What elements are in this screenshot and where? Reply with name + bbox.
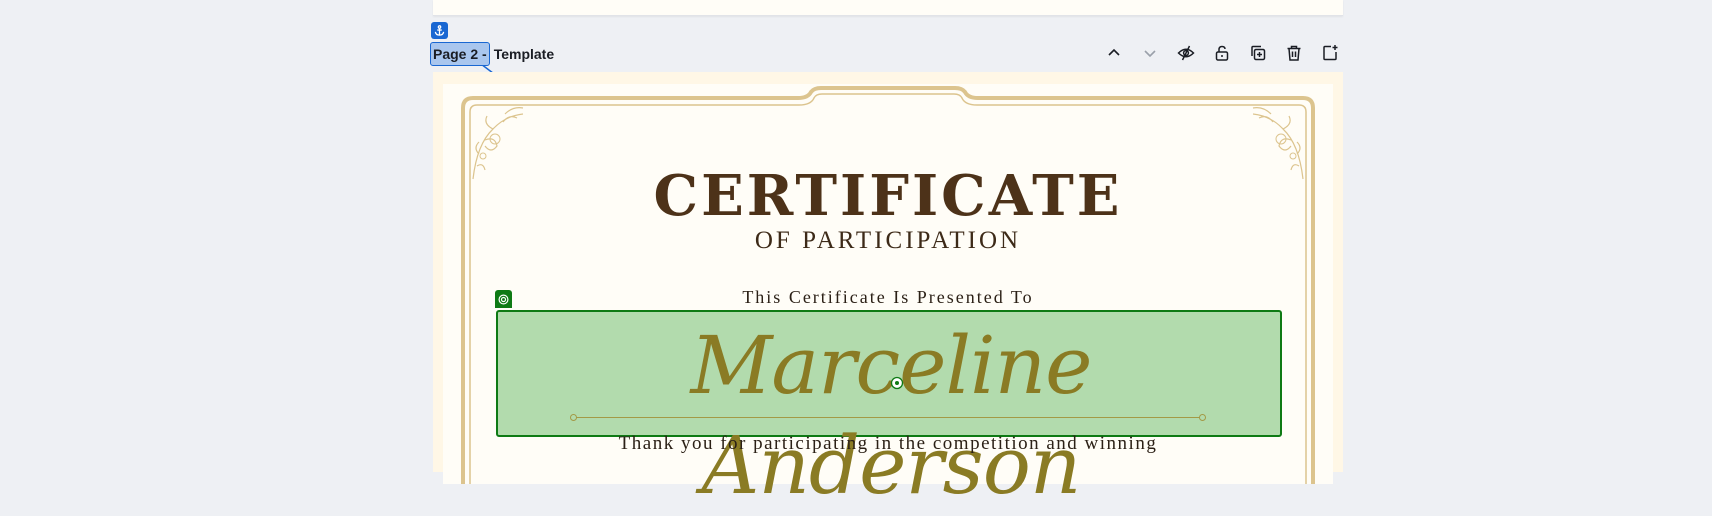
recipient-name-selection[interactable]: Marceline Anderson <box>496 310 1282 512</box>
page-toolbar <box>1100 39 1344 67</box>
page-title-name[interactable]: Template <box>494 43 554 65</box>
recipient-name[interactable]: Marceline Anderson <box>498 316 1284 516</box>
previous-page-bottom <box>433 0 1343 16</box>
hide-page-button[interactable] <box>1172 39 1200 67</box>
trash-icon <box>1287 45 1301 61</box>
chevron-down-icon <box>1144 50 1156 58</box>
certificate-canvas: CERTIFICATE OF PARTICIPATION This Certif… <box>443 84 1333 512</box>
certificate-subtitle[interactable]: OF PARTICIPATION <box>443 227 1333 255</box>
lock-icon <box>1215 45 1229 61</box>
anchor-icon[interactable] <box>431 22 448 39</box>
name-underline <box>570 414 1206 421</box>
add-page-button[interactable] <box>1316 39 1344 67</box>
add-page-icon <box>1323 45 1338 61</box>
page-title[interactable]: Page 2 - Template <box>430 41 554 66</box>
certificate-body-text[interactable]: Thank you for participating in the compe… <box>443 433 1333 455</box>
duplicate-page-button[interactable] <box>1244 39 1272 67</box>
move-page-down-button[interactable] <box>1136 39 1164 67</box>
certificate-page[interactable]: CERTIFICATE OF PARTICIPATION This Certif… <box>433 72 1343 512</box>
move-page-up-button[interactable] <box>1100 39 1128 67</box>
delete-page-button[interactable] <box>1280 39 1308 67</box>
chevron-up-icon <box>1108 48 1120 56</box>
eye-slash-icon <box>1177 45 1195 61</box>
certificate-title[interactable]: CERTIFICATE <box>443 166 1333 226</box>
duplicate-icon <box>1251 45 1266 61</box>
page-title-selection[interactable]: Page 2 - <box>430 41 490 66</box>
group-target-icon[interactable] <box>495 290 512 308</box>
move-handle-icon[interactable] <box>890 376 904 390</box>
lock-page-button[interactable] <box>1208 39 1236 67</box>
presented-to-text[interactable]: This Certificate Is Presented To <box>443 287 1333 307</box>
